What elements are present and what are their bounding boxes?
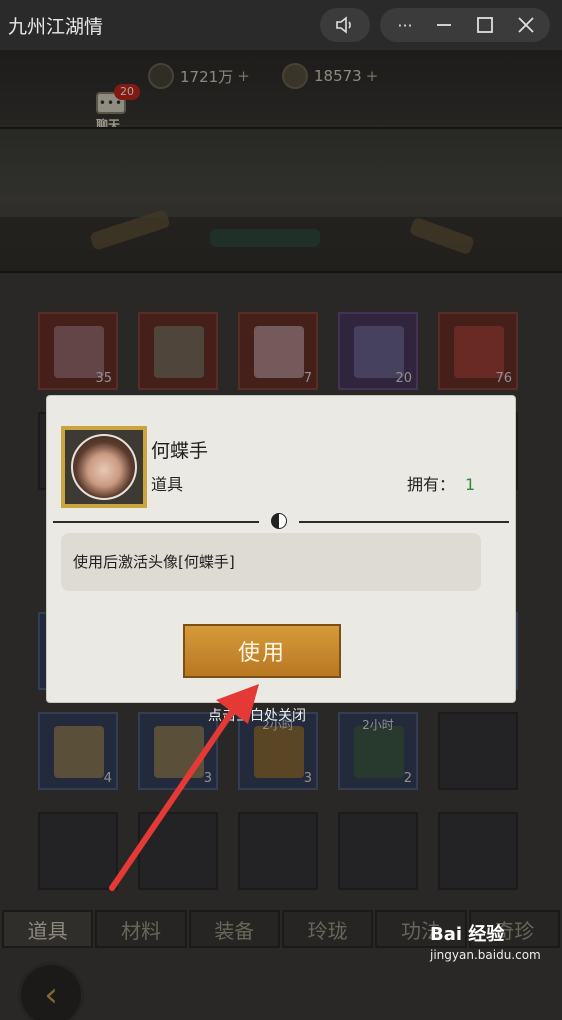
divider-line — [299, 521, 509, 523]
item-description: 使用后激活头像[何蝶手] — [61, 533, 481, 591]
window-titlebar: 九州江湖情 ··· — [0, 0, 562, 50]
game-window: 九州江湖情 ··· 1721万 + 18573 + ••• 20 聊天 35 7… — [0, 0, 562, 1020]
app-title: 九州江湖情 — [8, 16, 104, 38]
ornamental-divider — [53, 513, 509, 529]
item-portrait — [61, 426, 147, 508]
watermark-url: jingyan.baidu.com — [430, 948, 541, 962]
watermark-brand: Bai 经验 — [430, 924, 505, 945]
owned-count: 拥有： 1 — [407, 471, 475, 495]
owned-label: 拥有： — [407, 475, 456, 494]
close-hint: 点击空白处关闭 — [208, 708, 306, 724]
window-controls: ··· — [380, 8, 550, 42]
item-name: 何蝶手 — [151, 440, 209, 462]
maximize-icon[interactable] — [473, 15, 497, 35]
more-icon[interactable]: ··· — [392, 15, 418, 35]
use-button[interactable]: 使用 — [183, 624, 341, 678]
yin-yang-icon — [271, 513, 287, 529]
item-type: 道具 — [151, 475, 184, 494]
close-icon[interactable] — [514, 15, 538, 35]
owned-value: 1 — [465, 475, 476, 494]
divider-line — [53, 521, 259, 523]
sound-button[interactable] — [320, 8, 370, 42]
speaker-icon — [335, 16, 355, 34]
item-detail-dialog: 何蝶手 道具 拥有： 1 使用后激活头像[何蝶手] 使用 — [47, 396, 515, 702]
baidu-watermark: Bai 经验 jingyan.baidu.com — [430, 920, 541, 962]
avatar-portrait-icon — [71, 434, 137, 500]
minimize-icon[interactable] — [432, 15, 456, 35]
